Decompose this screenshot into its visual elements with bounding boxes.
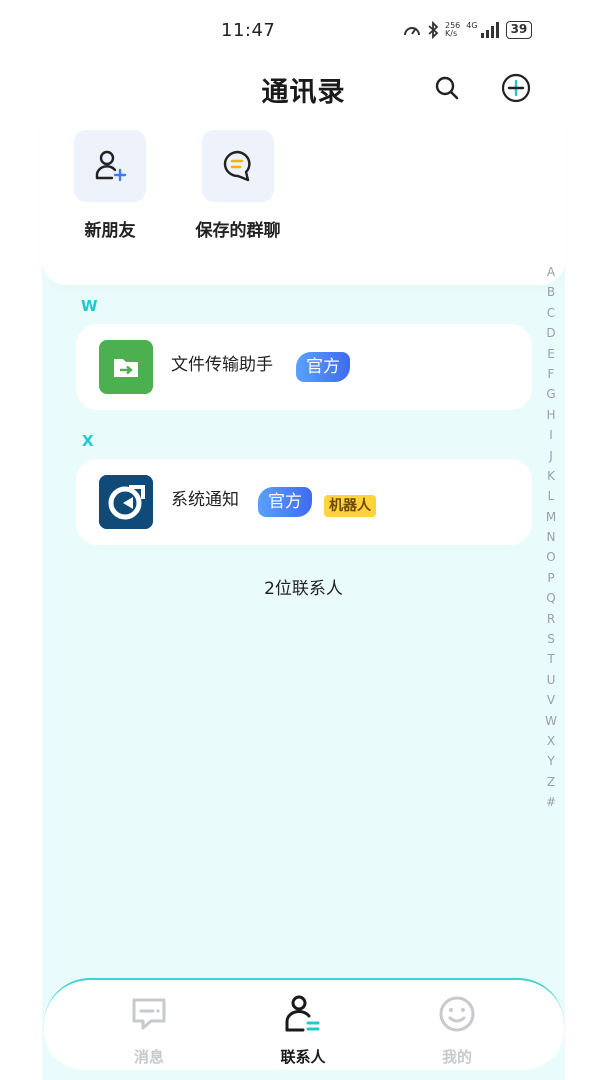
contact-system-notice[interactable]: 系统通知 官方 机器人 bbox=[76, 459, 532, 545]
contacts-icon bbox=[285, 995, 320, 1032]
alphabet-letter[interactable]: C bbox=[547, 303, 555, 323]
alphabet-letter[interactable]: B bbox=[547, 282, 555, 302]
plus-circle-icon[interactable] bbox=[500, 72, 532, 104]
bluetooth-icon bbox=[428, 21, 439, 39]
contact-name: 文件传输助手 bbox=[171, 355, 273, 375]
alphabet-letter[interactable]: Q bbox=[546, 588, 555, 608]
quick-action-label: 保存的群聊 bbox=[195, 221, 281, 241]
status-icons: 256 K/s 4G 39 bbox=[403, 18, 533, 42]
system-notice-logo-icon bbox=[99, 475, 153, 529]
section-letter-x: X bbox=[82, 432, 94, 450]
saved-groups-button[interactable]: 保存的群聊 bbox=[178, 130, 298, 241]
alphabet-letter[interactable]: V bbox=[547, 690, 555, 710]
contact-count: 2位联系人 bbox=[264, 579, 343, 599]
alphabet-letter[interactable]: G bbox=[546, 384, 555, 404]
nav-label: 联系人 bbox=[280, 1048, 326, 1066]
quick-actions: 新朋友 保存的群聊 bbox=[42, 120, 565, 285]
contacts-page: 11:47 256 K/s 4G 39 通讯录 新朋友 保存的群聊 W 文件传输… bbox=[0, 0, 607, 1080]
contact-file-transfer[interactable]: 文件传输助手 官方 bbox=[76, 324, 532, 410]
search-icon[interactable] bbox=[432, 73, 462, 103]
network-speed: 256 K/s bbox=[445, 22, 460, 38]
alphabet-letter[interactable]: H bbox=[546, 405, 555, 425]
folder-icon bbox=[99, 340, 153, 394]
status-time: 11:47 bbox=[221, 20, 276, 41]
robot-badge: 机器人 bbox=[324, 495, 376, 517]
alphabet-letter[interactable]: S bbox=[547, 629, 555, 649]
alphabet-index[interactable]: A B C D E F G H I J K L M N O P Q R S T U V W X Y Z # bbox=[542, 262, 560, 813]
signal-group: 4G bbox=[466, 22, 499, 38]
bottom-nav: 消息 联系人 我的 bbox=[44, 978, 564, 1070]
alphabet-letter[interactable]: Y bbox=[547, 751, 554, 771]
alphabet-letter[interactable]: N bbox=[547, 527, 556, 547]
alphabet-letter[interactable]: E bbox=[547, 344, 555, 364]
alphabet-letter[interactable]: F bbox=[548, 364, 555, 384]
alphabet-letter[interactable]: L bbox=[548, 486, 555, 506]
alphabet-letter[interactable]: O bbox=[546, 547, 555, 567]
group-chat-icon bbox=[202, 130, 274, 202]
nav-messages[interactable]: 消息 bbox=[104, 994, 194, 1067]
nav-label: 消息 bbox=[133, 1048, 164, 1066]
alphabet-letter[interactable]: Z bbox=[547, 772, 555, 792]
signal-icon bbox=[480, 22, 499, 38]
alphabet-letter[interactable]: I bbox=[549, 425, 553, 445]
section-letter-w: W bbox=[81, 297, 98, 315]
alphabet-letter[interactable]: M bbox=[546, 507, 556, 527]
alphabet-letter[interactable]: D bbox=[546, 323, 555, 343]
battery-indicator: 39 bbox=[505, 21, 533, 39]
official-badge: 官方 bbox=[258, 487, 312, 517]
official-badge: 官方 bbox=[296, 352, 350, 382]
quick-action-label: 新朋友 bbox=[84, 221, 136, 241]
alphabet-letter[interactable]: # bbox=[546, 792, 556, 812]
alphabet-letter[interactable]: R bbox=[547, 609, 555, 629]
alphabet-letter[interactable]: T bbox=[547, 649, 554, 669]
alphabet-letter[interactable]: X bbox=[547, 731, 555, 751]
add-person-icon bbox=[74, 130, 146, 202]
alphabet-letter[interactable]: J bbox=[549, 446, 553, 466]
contact-name: 系统通知 bbox=[171, 490, 239, 510]
nav-label: 我的 bbox=[441, 1048, 472, 1066]
speedometer-icon bbox=[404, 27, 420, 36]
network-type: 4G bbox=[466, 21, 478, 30]
alphabet-letter[interactable]: P bbox=[547, 568, 554, 588]
network-speed-unit: K/s bbox=[445, 29, 458, 38]
status-bar: 11:47 256 K/s 4G 39 bbox=[0, 0, 607, 60]
alphabet-letter[interactable]: U bbox=[547, 670, 556, 690]
nav-profile[interactable]: 我的 bbox=[412, 994, 502, 1067]
alphabet-letter[interactable]: W bbox=[545, 711, 557, 731]
alphabet-letter[interactable]: A bbox=[547, 262, 555, 282]
smile-icon bbox=[439, 996, 475, 1032]
message-icon bbox=[132, 998, 166, 1030]
new-friends-button[interactable]: 新朋友 bbox=[50, 130, 170, 241]
alphabet-letter[interactable]: K bbox=[547, 466, 555, 486]
nav-contacts[interactable]: 联系人 bbox=[258, 994, 348, 1067]
